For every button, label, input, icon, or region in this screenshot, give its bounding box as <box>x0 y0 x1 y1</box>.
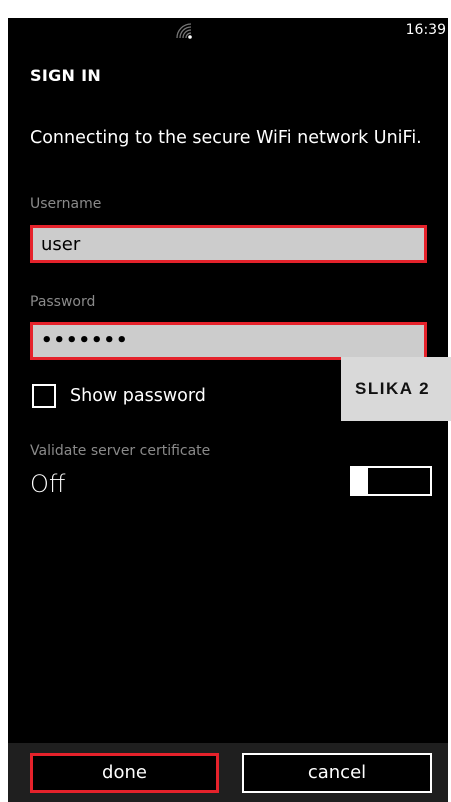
toggle-thumb[interactable] <box>350 466 368 496</box>
password-input[interactable]: ••••••• <box>30 322 427 360</box>
username-input[interactable] <box>30 225 427 263</box>
wifi-signal-icon <box>176 23 192 39</box>
password-label: Password <box>30 294 96 310</box>
username-label: Username <box>30 196 102 212</box>
validate-certificate-toggle[interactable] <box>350 466 432 496</box>
show-password-label: Show password <box>70 386 206 406</box>
validate-certificate-label: Validate server certificate <box>30 443 211 459</box>
cancel-button[interactable]: cancel <box>242 753 432 793</box>
status-bar: 16:39 <box>8 18 448 46</box>
done-button[interactable]: done <box>30 753 219 793</box>
validate-certificate-value: Off <box>30 470 66 498</box>
network-description: Connecting to the secure WiFi network Un… <box>30 128 422 148</box>
status-clock: 16:39 <box>405 22 446 38</box>
figure-caption-label: SLIKA 2 <box>341 357 451 421</box>
app-bar: done cancel <box>8 743 448 802</box>
show-password-checkbox[interactable] <box>32 384 56 408</box>
page-title: SIGN IN <box>30 66 102 85</box>
show-password-row[interactable]: Show password <box>32 382 206 410</box>
